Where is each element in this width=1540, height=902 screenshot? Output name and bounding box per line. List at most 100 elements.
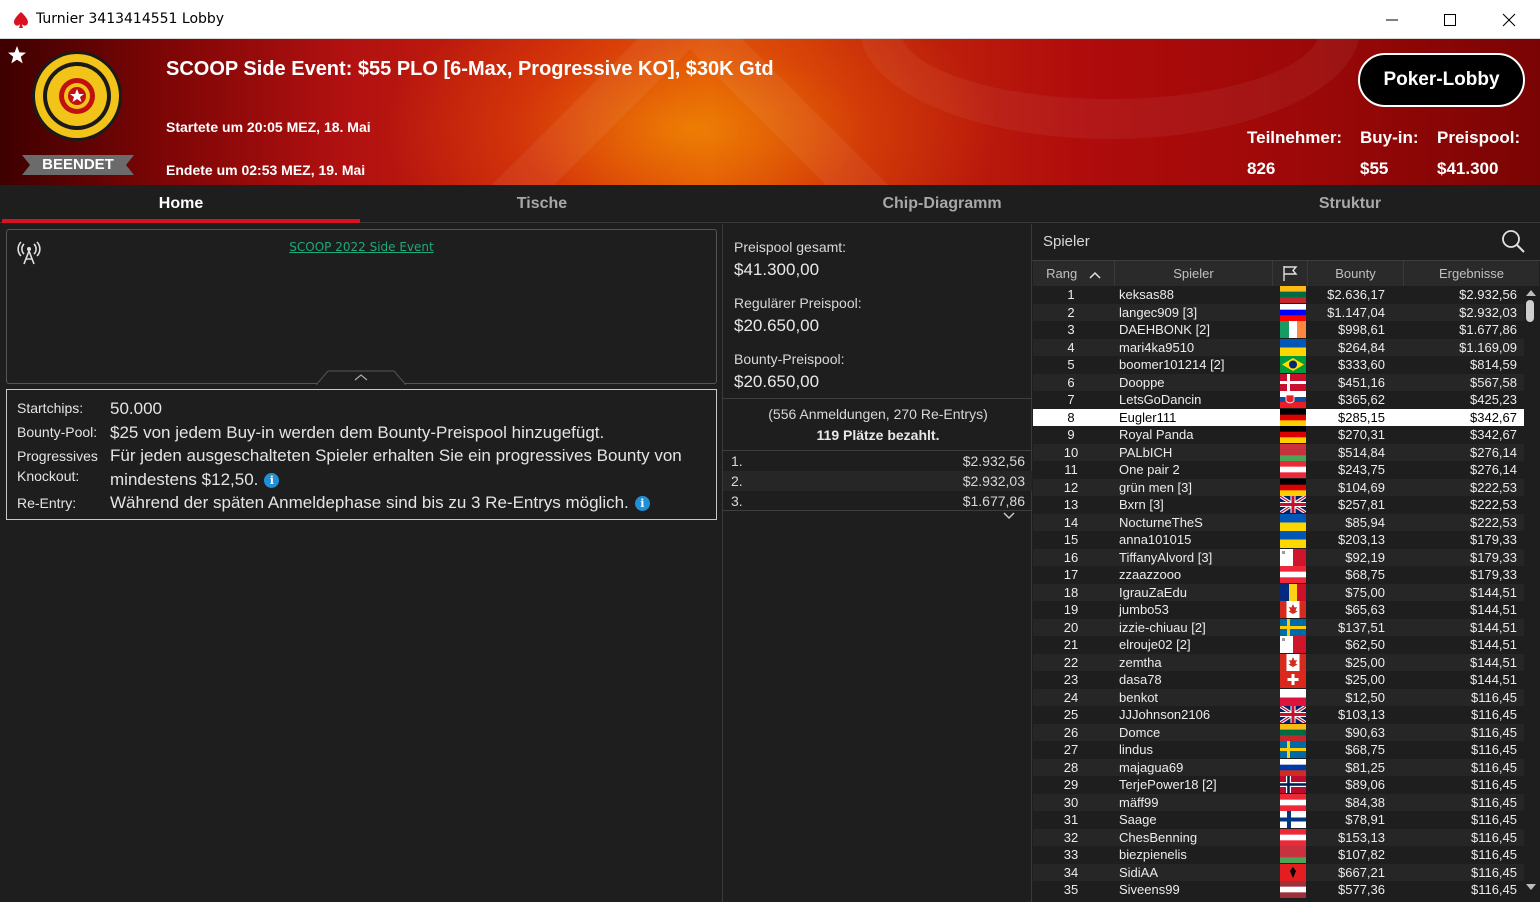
player-bounty: $81,25 [1345,759,1385,775]
poker-lobby-button[interactable]: Poker-Lobby [1358,53,1525,107]
player-bounty: $514,84 [1338,444,1385,460]
column-rank[interactable]: Rang [1033,261,1115,286]
player-row[interactable]: 24 benkot $12,50 $116,45 [1033,688,1525,706]
player-row[interactable]: 29 TerjePower18 [2] $89,06 $116,45 [1033,776,1525,794]
player-country [1279,356,1307,374]
player-rank: 23 [1063,672,1079,687]
player-row[interactable]: 9 Royal Panda $270,31 $342,67 [1033,426,1525,444]
player-rank: 33 [1063,847,1079,862]
player-row[interactable]: 35 Siveens99 $577,36 $116,45 [1033,881,1525,899]
player-row[interactable]: 8 Eugler111 $285,15 $342,67 [1033,408,1525,426]
player-country [1279,828,1307,847]
player-name: izzie-chiuau [2] [1119,619,1206,635]
player-name: Royal Panda [1119,427,1194,442]
minimize-icon [1386,19,1398,20]
sort-ascending-icon [1089,271,1101,279]
scroll-down-arrow-icon[interactable] [1525,882,1537,892]
column-bounty[interactable]: Bounty [1308,261,1404,286]
tab-chip-chart[interactable]: Chip-Diagramm [724,185,1160,223]
player-row[interactable]: 20 izzie-chiuau [2] $137,51 $144,51 [1033,618,1525,636]
tab-structure[interactable]: Struktur [1160,185,1540,223]
tab-tables[interactable]: Tische [360,185,724,223]
player-rank: 11 [1064,462,1078,477]
start-time: Startete um 20:05 MEZ, 18. Mai [166,119,371,135]
favorite-star-icon[interactable] [7,45,27,65]
country-flag-icon [1280,548,1306,566]
player-row[interactable]: 26 Domce $90,63 $116,45 [1033,723,1525,741]
tab-home[interactable]: Home [2,185,360,223]
info-icon[interactable]: i [264,473,280,489]
player-row[interactable]: 15 anna101015 $203,13 $179,33 [1033,531,1525,549]
player-row[interactable]: 1 keksas88 $2.636,17 $2.932,56 [1033,286,1525,304]
player-name: benkot [1119,689,1159,705]
player-rank: 12 [1063,479,1079,495]
player-row[interactable]: 21 elrouje02 [2] $62,50 $144,51 [1033,636,1525,654]
player-country [1279,881,1307,899]
player-row[interactable]: 14 NocturneTheS $85,94 $222,53 [1033,513,1525,531]
player-result: $1.677,86 [1459,322,1517,337]
country-flag-icon [1280,881,1306,898]
player-row[interactable]: 33 biezpienelis $107,82 $116,45 [1033,846,1525,864]
player-bounty: $104,69 [1338,479,1385,495]
player-row[interactable]: 32 ChesBenning $153,13 $116,45 [1033,828,1525,847]
close-button[interactable] [1480,0,1538,39]
tournament-header: BEENDET SCOOP Side Event: $55 PLO [6-Max… [0,39,1540,185]
player-row[interactable]: 10 PALbICH $514,84 $276,14 [1033,443,1525,461]
player-row[interactable]: 6 Dooppe $451,16 $567,58 [1033,373,1525,391]
player-row[interactable]: 23 dasa78 $25,00 $144,51 [1033,671,1525,689]
regular-pool-value: $20.650,00 [734,316,820,335]
player-row[interactable]: 3 DAEHBONK [2] $998,61 $1.677,86 [1033,321,1525,339]
scoop-logo-badge [32,51,122,141]
player-row[interactable]: 16 TiffanyAlvord [3] $92,19 $179,33 [1033,548,1525,567]
player-row[interactable]: 22 zemtha $25,00 $144,51 [1033,653,1525,671]
player-name: dasa78 [1119,672,1162,687]
player-row[interactable]: 19 jumbo53 $65,63 $144,51 [1033,601,1525,619]
player-name: Domce [1119,724,1161,740]
player-bounty: $12,50 [1345,689,1385,705]
player-row[interactable]: 27 lindus $68,75 $116,45 [1033,741,1525,759]
player-result: $116,45 [1470,794,1517,810]
info-icon[interactable]: i [634,496,650,512]
minimize-button[interactable] [1363,0,1421,39]
participants-label: Teilnehmer: [1247,128,1343,147]
column-results[interactable]: Ergebnisse [1404,261,1539,286]
players-scrollbar[interactable] [1524,286,1538,902]
player-bounty: $89,06 [1345,777,1385,792]
country-flag-icon [1280,408,1306,426]
scrollbar-thumb[interactable] [1526,300,1534,322]
expand-payouts-chevron-icon[interactable] [1003,511,1015,521]
player-row[interactable]: 18 IgrauZaEdu $75,00 $144,51 [1033,583,1525,601]
player-bounty: $998,61 [1338,322,1385,337]
player-search-label[interactable]: Spieler [1043,233,1090,250]
event-series-link[interactable]: SCOOP 2022 Side Event [7,240,716,254]
maximize-button[interactable] [1421,0,1479,39]
player-row[interactable]: 30 mäff99 $84,38 $116,45 [1033,793,1525,811]
player-row[interactable]: 7 LetsGoDancin $365,62 $425,23 [1033,391,1525,409]
status-text: BEENDET [42,156,114,173]
player-result: $116,45 [1470,724,1517,740]
scroll-up-arrow-icon[interactable] [1525,288,1537,298]
country-flag-icon [1280,583,1306,601]
player-row[interactable]: 2 langec909 [3] $1.147,04 $2.932,03 [1033,303,1525,321]
player-rank: 7 [1067,392,1075,407]
player-row[interactable]: 17 zzaazzooo $68,75 $179,33 [1033,566,1525,584]
player-country [1279,548,1307,567]
country-flag-icon [1280,286,1306,303]
player-row[interactable]: 25 JJJohnson2106 $103,13 $116,45 [1033,706,1525,724]
player-row[interactable]: 34 SidiAA $667,21 $116,45 [1033,863,1525,881]
player-row[interactable]: 12 grün men [3] $104,69 $222,53 [1033,478,1525,496]
player-row[interactable]: 13 Bxrn [3] $257,81 $222,53 [1033,496,1525,514]
player-row[interactable]: 31 Saage $78,91 $116,45 [1033,811,1525,829]
search-icon[interactable] [1501,229,1525,253]
column-country[interactable] [1273,261,1308,286]
player-row[interactable]: 11 One pair 2 $243,75 $276,14 [1033,461,1525,479]
collapse-feed-handle[interactable] [316,370,406,385]
player-rank: 30 [1063,794,1079,810]
column-player[interactable]: Spieler [1115,261,1273,286]
player-row[interactable]: 4 mari4ka9510 $264,84 $1.169,09 [1033,338,1525,356]
player-row[interactable]: 5 boomer101214 [2] $333,60 $814,59 [1033,356,1525,374]
player-result: $144,51 [1470,584,1517,600]
player-name: LetsGoDancin [1119,392,1202,407]
player-result: $179,33 [1470,549,1517,565]
player-row[interactable]: 28 majagua69 $81,25 $116,45 [1033,758,1525,776]
